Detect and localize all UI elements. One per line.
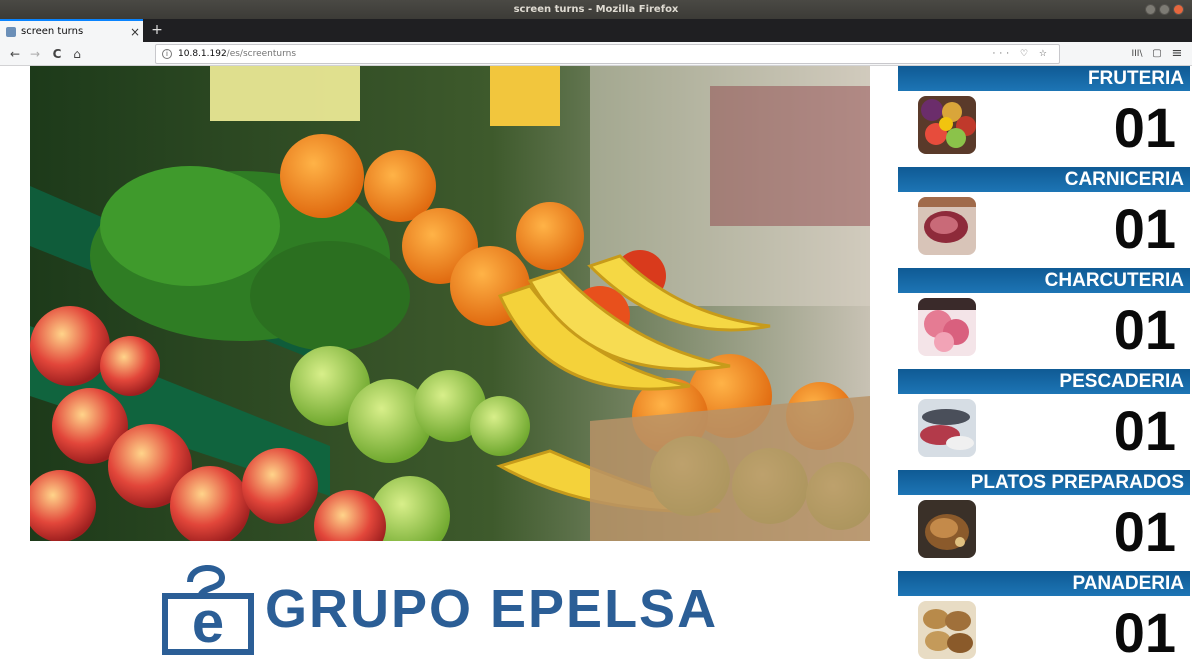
page-content: e GRUPO EPELSA FRUTERIA 01 CARNICERIA 01 bbox=[0, 66, 1192, 664]
back-button[interactable]: ← bbox=[6, 45, 24, 63]
bread-icon bbox=[918, 601, 976, 659]
section-title: FRUTERIA bbox=[898, 66, 1190, 91]
close-window-button[interactable] bbox=[1173, 4, 1184, 15]
tab-strip: screen turns × + bbox=[0, 19, 1192, 42]
section-carniceria: CARNICERIA 01 bbox=[898, 167, 1190, 268]
turn-sidebar: FRUTERIA 01 CARNICERIA 01 CHARCUTERIA 01… bbox=[898, 66, 1190, 664]
epelsa-weight-logo-icon: e bbox=[162, 565, 254, 655]
turn-number: 01 bbox=[1113, 298, 1176, 361]
window-title: screen turns - Mozilla Firefox bbox=[513, 4, 679, 15]
page-actions-icons[interactable]: ··· ♡ ☆ bbox=[993, 45, 1051, 63]
window-controls bbox=[1145, 4, 1184, 15]
library-icon[interactable]: III\ bbox=[1128, 45, 1146, 63]
section-platos-preparados: PLATOS PREPARADOS 01 bbox=[898, 470, 1190, 571]
menu-icon[interactable]: ≡ bbox=[1168, 45, 1186, 63]
turn-number: 01 bbox=[1113, 601, 1176, 664]
logo-text: GRUPO EPELSA bbox=[265, 579, 719, 639]
section-pescaderia: PESCADERIA 01 bbox=[898, 369, 1190, 470]
turn-number: 01 bbox=[1113, 96, 1176, 159]
window-titlebar: screen turns - Mozilla Firefox bbox=[0, 0, 1192, 19]
url-path: /es/screenturns bbox=[226, 49, 297, 59]
home-button[interactable]: ⌂ bbox=[68, 45, 86, 63]
turn-number: 01 bbox=[1113, 500, 1176, 563]
section-title: PANADERIA bbox=[898, 571, 1190, 596]
grupo-epelsa-logo: e GRUPO EPELSA bbox=[160, 556, 750, 656]
page-favicon-icon bbox=[6, 26, 16, 37]
site-info-icon[interactable]: i bbox=[162, 48, 172, 59]
reload-button[interactable]: C bbox=[48, 45, 66, 63]
sidebar-toggle-icon[interactable]: ▢ bbox=[1148, 45, 1166, 63]
new-tab-button[interactable]: + bbox=[148, 21, 166, 39]
section-charcuteria: CHARCUTERIA 01 bbox=[898, 268, 1190, 369]
turn-number: 01 bbox=[1113, 399, 1176, 462]
cold-cuts-icon bbox=[918, 298, 976, 356]
navigation-toolbar: ← → C ⌂ i 10.8.1.192/es/screenturns ··· ♡… bbox=[0, 42, 1192, 66]
section-title: CARNICERIA bbox=[898, 167, 1190, 192]
turn-number: 01 bbox=[1113, 197, 1176, 260]
url-host: 10.8.1.192 bbox=[178, 49, 227, 59]
section-title: PESCADERIA bbox=[898, 369, 1190, 394]
meat-icon bbox=[918, 197, 976, 255]
tab-close-icon[interactable]: × bbox=[127, 25, 143, 39]
svg-text:e: e bbox=[192, 590, 224, 655]
address-bar[interactable]: i 10.8.1.192/es/screenturns ··· ♡ ☆ bbox=[155, 44, 1060, 64]
section-title: CHARCUTERIA bbox=[898, 268, 1190, 293]
produce-photo bbox=[30, 66, 870, 541]
forward-button[interactable]: → bbox=[26, 45, 44, 63]
tab-label: screen turns bbox=[21, 26, 84, 37]
minimize-button[interactable] bbox=[1145, 4, 1156, 15]
section-fruteria: FRUTERIA 01 bbox=[898, 66, 1190, 167]
maximize-button[interactable] bbox=[1159, 4, 1170, 15]
tab-screen-turns[interactable]: screen turns × bbox=[0, 19, 143, 42]
fish-icon bbox=[918, 399, 976, 457]
fruit-icon bbox=[918, 96, 976, 154]
prepared-dish-icon bbox=[918, 500, 976, 558]
section-title: PLATOS PREPARADOS bbox=[898, 470, 1190, 495]
section-panaderia: PANADERIA 01 bbox=[898, 571, 1190, 672]
